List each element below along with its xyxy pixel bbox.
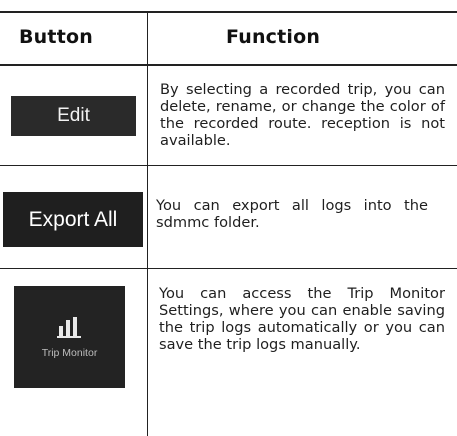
edit-button[interactable]: Edit — [11, 96, 136, 136]
export-all-button-label: Export All — [28, 207, 118, 231]
export-all-description: You can export all logs into the sdmmc f… — [156, 197, 428, 231]
trip-monitor-button-label: Trip Monitor — [41, 346, 98, 359]
edit-description: By selecting a recorded trip, you can de… — [160, 81, 445, 149]
edit-button-label: Edit — [57, 105, 90, 126]
header-function: Function — [226, 26, 321, 48]
row-2-bottom-rule — [0, 268, 457, 269]
trip-monitor-description: You can access the Trip Monitor Settings… — [159, 285, 445, 353]
header-bottom-rule — [0, 64, 457, 66]
export-all-button[interactable]: Export All — [3, 192, 143, 247]
header-button: Button — [19, 26, 93, 48]
table-top-rule — [0, 11, 457, 13]
row-1-bottom-rule — [0, 165, 457, 166]
bar-chart-icon — [56, 316, 81, 338]
column-divider — [147, 12, 148, 436]
trip-monitor-button[interactable]: Trip Monitor — [14, 286, 125, 388]
button-function-table: Button Function Edit By selecting a reco… — [0, 0, 457, 436]
